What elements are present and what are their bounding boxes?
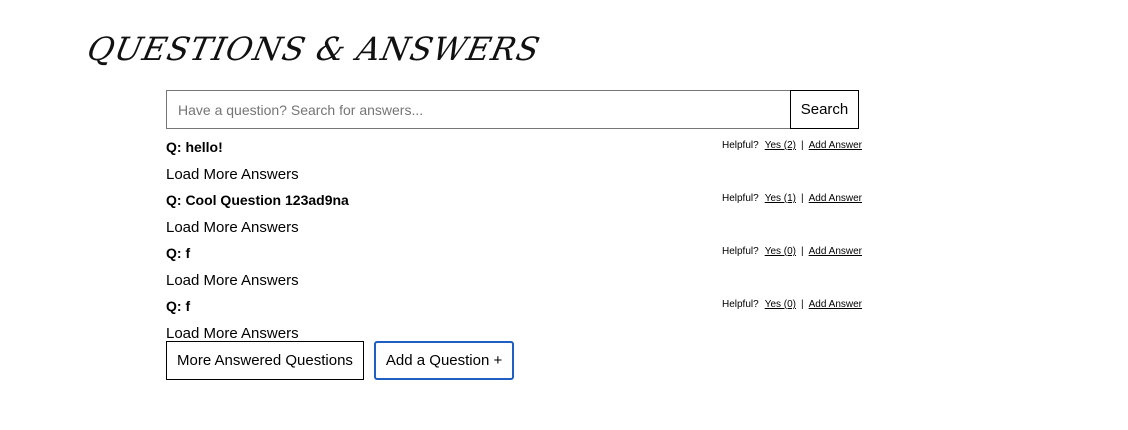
question-row: Q: Cool Question 123ad9na Helpful? Yes (1… [166,192,862,214]
search-bar: Search [166,90,859,129]
helpful-bar: Helpful? Yes (0) | Add Answer [722,246,862,258]
search-input[interactable] [166,90,790,129]
helpful-bar: Helpful? Yes (2) | Add Answer [722,140,862,152]
add-answer-link[interactable]: Add Answer [809,299,862,310]
add-answer-link[interactable]: Add Answer [809,140,862,151]
separator: | [801,193,804,204]
add-answer-link[interactable]: Add Answer [809,193,862,204]
helpful-yes-link[interactable]: Yes (0) [765,246,796,257]
separator: | [801,140,804,151]
question-item: Q: hello! Helpful? Yes (2) | Add Answer Loa… [166,139,862,192]
bottom-actions: More Answered Questions Add a Question + [166,341,515,380]
question-row: Q: f Helpful? Yes (0) | Add Answer [166,245,862,267]
helpful-label: Helpful? [721,193,759,204]
separator: | [801,246,804,257]
question-item: Q: Cool Question 123ad9na Helpful? Yes (1… [166,192,862,245]
helpful-label: Helpful? [721,140,759,151]
helpful-bar: Helpful? Yes (0) | Add Answer [722,299,862,311]
question-text: Q: f [166,298,191,314]
helpful-bar: Helpful? Yes (1) | Add Answer [722,193,862,205]
load-more-answers[interactable]: Load More Answers [166,166,299,183]
question-text: Q: Cool Question 123ad9na [166,192,349,208]
helpful-yes-link[interactable]: Yes (2) [765,140,796,151]
page-title: QUESTIONS & ANSWERS [83,30,544,68]
load-more-answers[interactable]: Load More Answers [166,219,299,236]
question-item: Q: f Helpful? Yes (0) | Add Answer Load Mor… [166,245,862,298]
question-row: Q: hello! Helpful? Yes (2) | Add Answer [166,139,862,161]
add-question-button[interactable]: Add a Question + [373,341,515,380]
load-more-answers[interactable]: Load More Answers [166,325,299,342]
question-row: Q: f Helpful? Yes (0) | Add Answer [166,298,862,320]
search-button[interactable]: Search [790,90,859,129]
question-list: Q: hello! Helpful? Yes (2) | Add Answer Loa… [166,139,862,351]
helpful-yes-link[interactable]: Yes (1) [765,193,796,204]
helpful-label: Helpful? [721,299,759,310]
separator: | [801,299,804,310]
question-text: Q: hello! [166,139,223,155]
helpful-label: Helpful? [721,246,759,257]
helpful-yes-link[interactable]: Yes (0) [765,299,796,310]
add-answer-link[interactable]: Add Answer [809,246,862,257]
load-more-answers[interactable]: Load More Answers [166,272,299,289]
question-text: Q: f [166,245,191,261]
more-answered-questions-button[interactable]: More Answered Questions [166,341,364,380]
